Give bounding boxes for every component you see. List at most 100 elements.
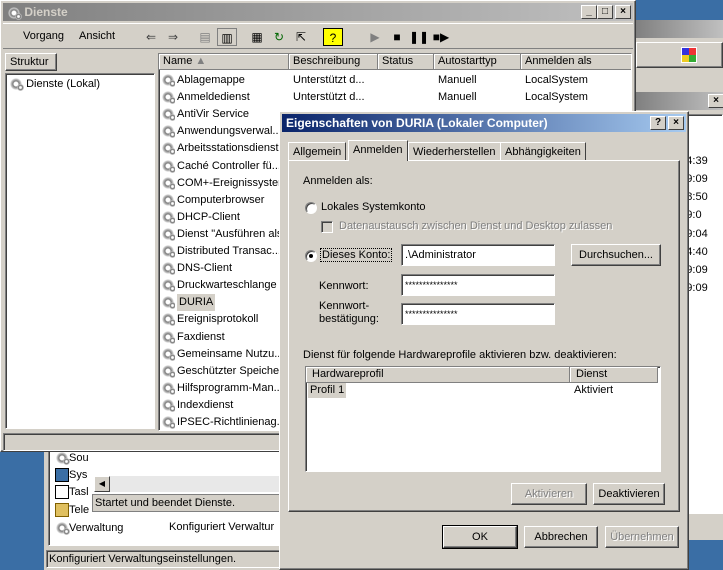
column-header-name[interactable]: Name ▲ [159,54,289,70]
restart-icon[interactable]: ■▶ [431,28,451,46]
tab-abhaengigkeiten[interactable]: Abhängigkeiten [500,142,586,160]
radio-local-system[interactable] [305,202,317,214]
menu-ansicht[interactable]: Ansicht [75,27,119,45]
help-button[interactable]: ? [650,116,666,130]
right-window-titlebar [636,20,723,38]
maximize-button[interactable]: □ [597,5,613,19]
cell-name: Faxdienst [177,330,225,343]
start-icon[interactable]: ▶ [365,28,385,46]
help-icon[interactable]: ? [323,28,343,46]
cancel-button[interactable]: Abbrechen [524,526,598,548]
column-header-autostarttyp[interactable]: Autostarttyp [434,54,521,70]
minimize-button[interactable]: _ [581,5,597,19]
enable-button[interactable]: Aktivieren [511,483,587,505]
forward-arrow-icon[interactable]: ⇒ [163,28,183,46]
cell-name: Gemeinsame Nutzu... [177,347,284,360]
gear-icon [161,141,175,156]
stop-icon[interactable]: ■ [387,28,407,46]
tab-struktur[interactable]: Struktur [5,53,57,71]
bg-hscrollbar[interactable]: ◀ [94,476,288,492]
desktop-interaction-label[interactable]: Datenaustausch zwischen Dienst und Deskt… [339,220,612,232]
column-header-hardwareprofil[interactable]: Hardwareprofil [306,367,570,383]
tab-body-anmelden: Anmelden als: Lokales Systemkonto Datena… [288,160,680,512]
dialog-titlebar: Eigenschaften von DURIA (Lokaler Compute… [282,114,686,132]
properties-dialog: Eigenschaften von DURIA (Lokaler Compute… [279,111,689,570]
browse-button[interactable]: Durchsuchen... [571,244,661,266]
close-button[interactable]: × [668,116,684,130]
toolbar: Vorgang Ansicht ⇐ ⇒ ▤ ▥ ▦ ↻ ⇱ ? ▶ ■ ❚❚ ■… [3,23,633,49]
ok-button[interactable]: OK [442,525,518,549]
table-row[interactable]: Profil 1 Aktiviert [306,383,658,398]
cell-name: DHCP-Client [177,210,240,223]
list-item[interactable]: Verwaltung Konfiguriert Verwaltur [55,521,274,535]
gear-icon [55,521,70,535]
show-tree-icon[interactable]: ▥ [217,28,237,46]
close-icon[interactable]: × [708,94,723,108]
close-button[interactable]: × [615,5,631,19]
gear-icon [161,295,175,310]
local-system-label[interactable]: Lokales Systemkonto [321,201,426,213]
list-item-label: Sou [69,451,89,464]
menu-vorgang[interactable]: Vorgang [19,27,68,45]
hwprofile-caption: Dienst für folgende Hardwareprofile akti… [303,349,617,361]
gear-icon [161,397,175,412]
cell-start: Manuell [438,91,477,104]
confirm-password-input[interactable]: *************** [401,303,555,325]
export-icon[interactable]: ⇱ [291,28,311,46]
apply-button[interactable]: Übernehmen [605,526,679,548]
tree-item-dienste-lokal[interactable]: Dienste (Lokal) [9,77,100,91]
table-row[interactable]: Anmeldedienst Unterstützt d... Manuell Loca… [159,89,631,106]
this-account-label[interactable]: Dieses Konto: [319,248,393,262]
cell-name: Dienst "Ausführen als [177,227,283,240]
cell-name: DNS-Client [177,262,233,275]
gear-icon [161,329,175,344]
cell-name: DURIA [177,294,216,312]
folder-up-icon[interactable]: ▤ [195,28,215,46]
list-item[interactable]: Sou [55,451,89,465]
account-input[interactable]: .\Administrator [401,244,555,266]
tab-allgemein[interactable]: Allgemein [288,142,347,160]
password-input[interactable]: *************** [401,274,555,296]
list-item[interactable]: Tasl [55,485,89,499]
cell-name: Druckwarteschlange [177,279,277,292]
gear-icon [161,226,175,241]
tab-anmelden[interactable]: Anmelden [348,140,408,161]
right-window-subtitlebar: × [636,92,723,110]
column-header-anmelden-als[interactable]: Anmelden als [521,54,631,70]
properties-icon[interactable]: ▦ [247,28,267,46]
column-header-dienst[interactable]: Dienst [570,367,658,383]
gear-icon [161,346,175,361]
cell-name: Ablagemappe [177,74,245,86]
gear-icon [161,158,175,173]
list-item[interactable]: Sys [55,468,87,482]
main-window-titlebar: Dienste _ □ × [3,3,633,21]
refresh-icon[interactable]: ↻ [269,28,289,46]
cell-name: Anmeldedienst [177,91,250,104]
table-row[interactable]: Ablagemappe Unterstützt d... Manuell LocalS… [159,72,631,89]
monitor-icon [55,468,69,482]
gear-icon [55,451,70,465]
tree-pane: Struktur Dienste (Lokal) [3,51,155,431]
cell-start: Manuell [438,74,477,86]
column-header-beschreibung[interactable]: Beschreibung [289,54,378,70]
hw-profile-cell: Profil 1 [308,383,347,398]
dialog-title: Eigenschaften von DURIA (Lokaler Compute… [286,116,548,130]
radio-this-account[interactable] [305,250,317,262]
list-item[interactable]: Tele [55,503,89,517]
gear-icon [161,90,175,105]
cell-name: Anwendungsverwal... [177,125,282,138]
scroll-left-icon[interactable]: ◀ [94,476,110,492]
back-arrow-icon[interactable]: ⇐ [141,28,161,46]
gear-icon [161,380,175,395]
tab-wiederherstellen[interactable]: Wiederherstellen [408,142,501,160]
pause-icon[interactable]: ❚❚ [409,28,429,46]
tree-item-label: Dienste (Lokal) [26,77,101,90]
disable-button[interactable]: Deaktivieren [593,483,665,505]
cell-name: Computerbrowser [177,193,265,206]
column-header-status[interactable]: Status [378,54,434,70]
list-item-label: Tele [69,503,90,516]
cell-name: Arbeitsstationsdienst [177,142,279,155]
checkbox-desktop-interaction[interactable] [321,221,333,233]
gear-icon [161,278,175,293]
gear-icon [161,73,175,87]
